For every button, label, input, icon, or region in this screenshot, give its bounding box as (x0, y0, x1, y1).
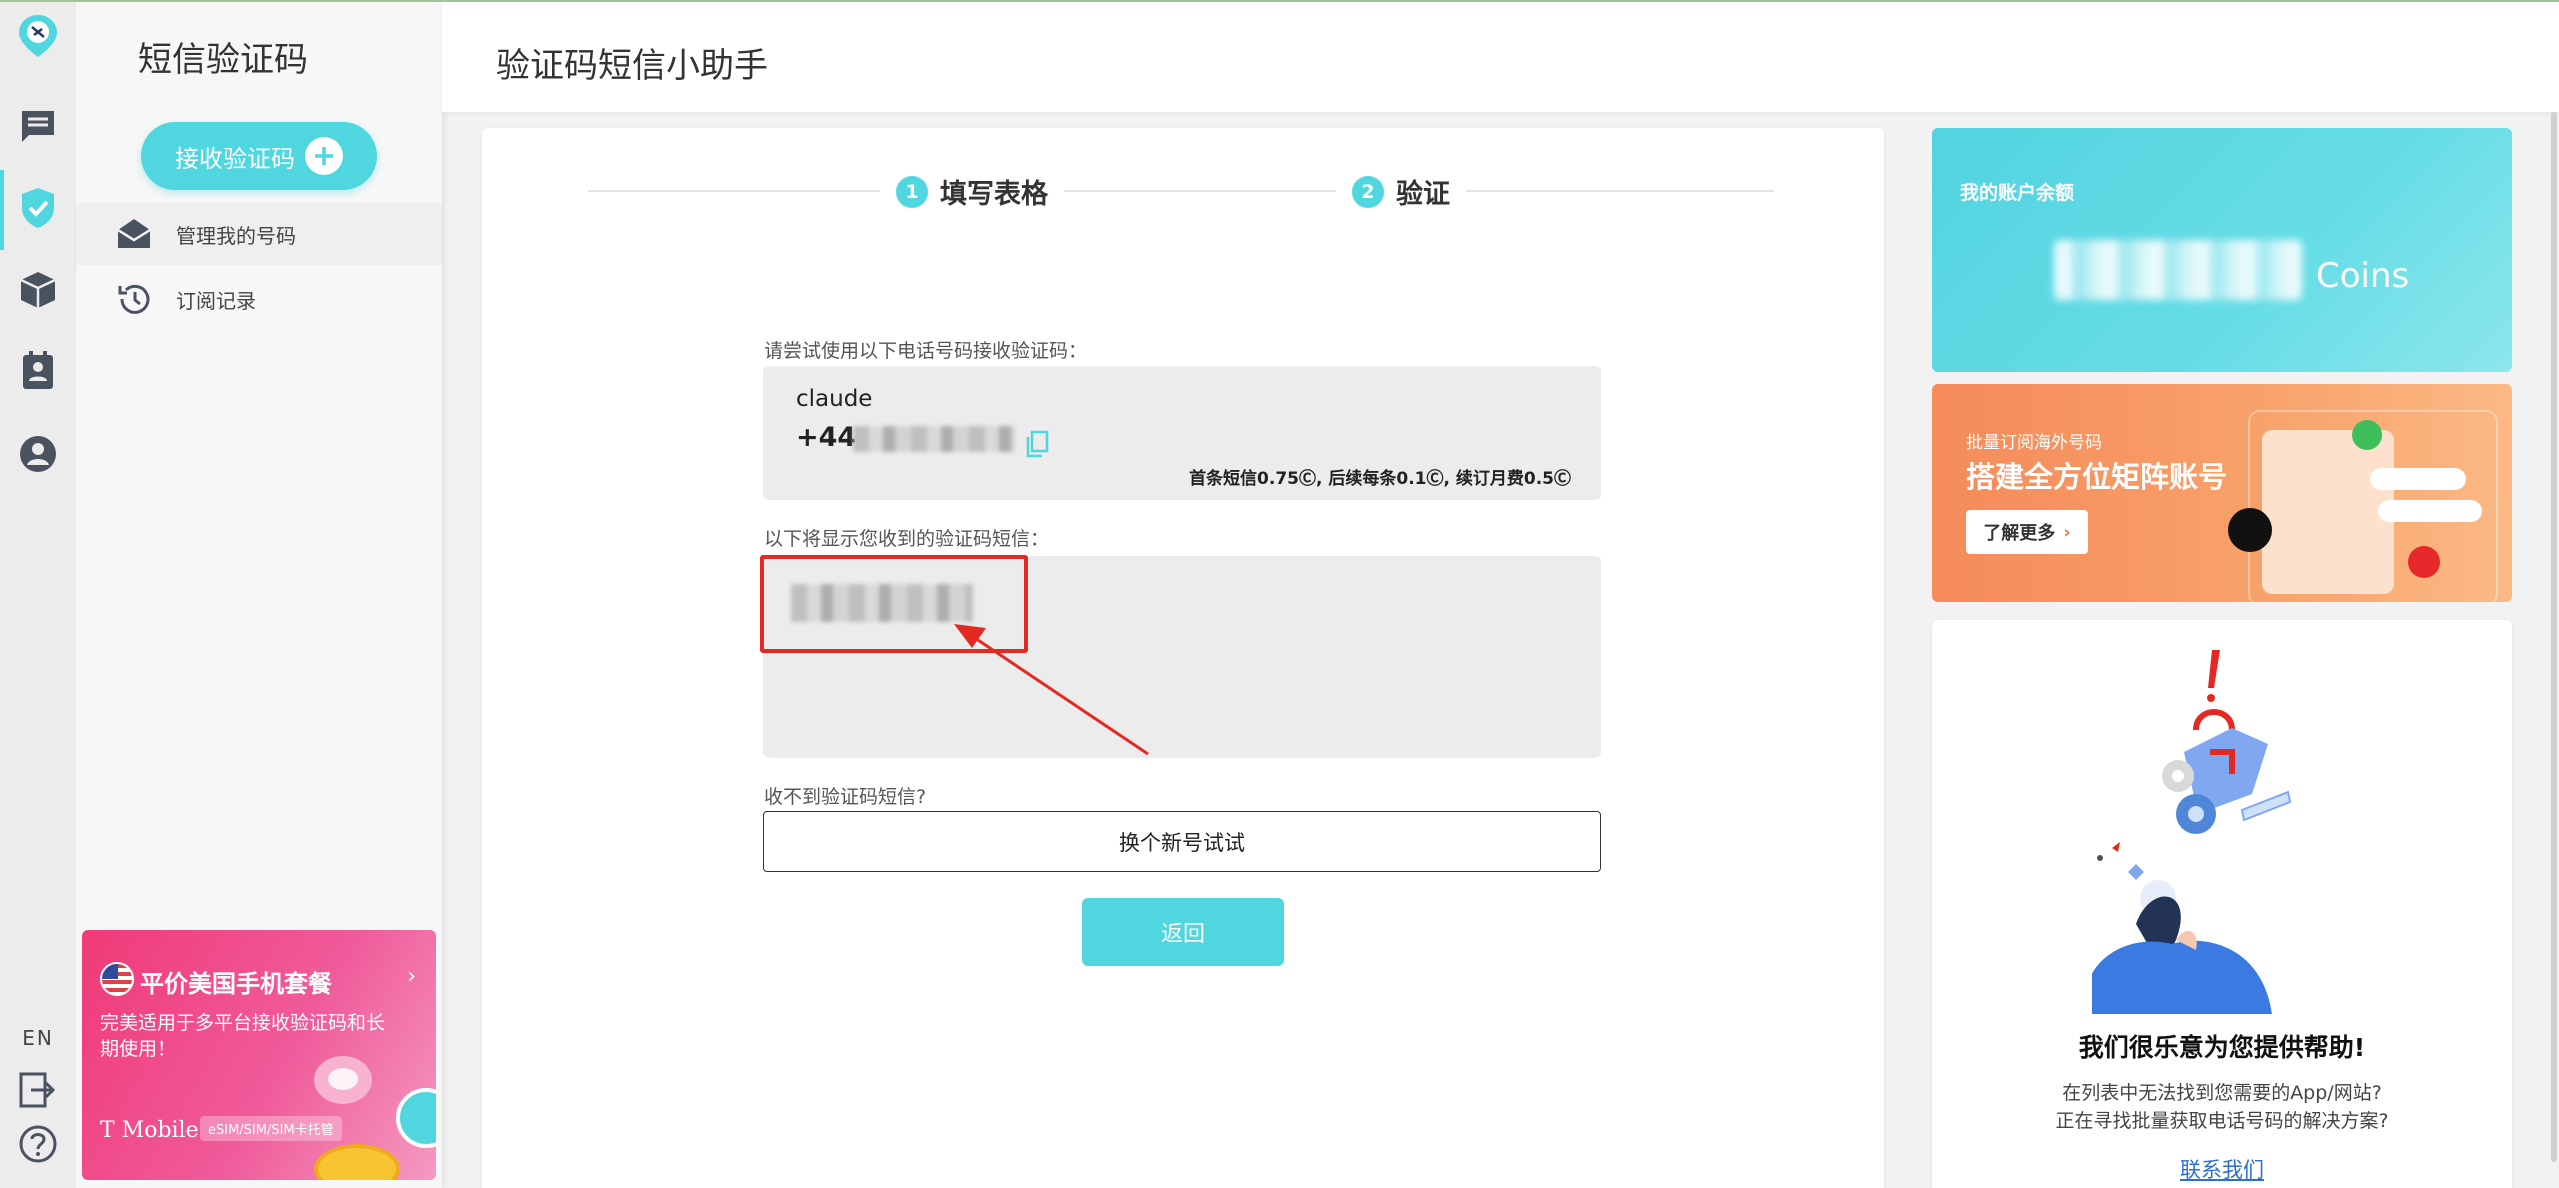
history-icon (116, 281, 152, 317)
banner-title: 搭建全方位矩阵账号 (1966, 460, 2228, 494)
step-label: 填写表格 (940, 179, 1048, 210)
sidebar-item-manage-numbers[interactable]: 管理我的号码 (76, 203, 442, 265)
us-flag-icon (100, 962, 134, 996)
plus-icon (305, 137, 343, 175)
us-number-pill (2370, 468, 2466, 490)
ca-number-pill (2378, 500, 2482, 522)
promo-card[interactable]: 平价美国手机套餐 › 完美适用于多平台接收验证码和长期使用！ T Mobile … (82, 930, 436, 1180)
promo-description: 完美适用于多平台接收验证码和长期使用！ (100, 1012, 386, 1060)
country-code: +44 (796, 422, 857, 453)
phone-mock-decoration (2262, 430, 2394, 594)
xiaohongshu-icon (2408, 546, 2440, 578)
bulk-subscribe-banner[interactable]: 批量订阅海外号码 搭建全方位矩阵账号 了解更多 › (1932, 384, 2512, 602)
page-title: 验证码短信小助手 (496, 46, 768, 86)
active-indicator (0, 170, 4, 250)
redacted-phone-number (853, 426, 1015, 452)
sidebar-title: 短信验证码 (138, 40, 308, 80)
help-title: 我们很乐意为您提供帮助! (2078, 1033, 2366, 1062)
phone-number-box: claude +44 首条短信0.75Ⓒ, 后续每条0.1Ⓒ, 续订月费0.5Ⓒ (763, 366, 1601, 500)
chevron-right-icon: › (2063, 521, 2071, 543)
balance-title: 我的账户余额 (1960, 182, 2075, 204)
chat-bubble-inner (328, 1068, 358, 1090)
help-line-1: 在列表中无法找到您需要的App/网站? (2062, 1082, 2382, 1104)
receive-code-button[interactable]: 接收验证码 (141, 122, 377, 190)
sidebar-item-label: 管理我的号码 (176, 223, 296, 248)
contact-us-link[interactable]: 联系我们 (1932, 1154, 2512, 1184)
sidebar-item-subscription-history[interactable]: 订阅记录 (76, 268, 442, 330)
balance-unit: Coins (2316, 256, 2410, 296)
tmobile-logo: T Mobile (100, 1118, 199, 1143)
back-button[interactable]: 返回 (1082, 898, 1284, 966)
page-scrollbar[interactable] (2551, 112, 2557, 1162)
verification-card: 1 填写表格 2 验证 请尝试使用以下电话号码接收验证码： claude +44… (482, 128, 1884, 1188)
number-prompt: 请尝试使用以下电话号码接收验证码： (764, 340, 1088, 362)
step-number: 2 (1352, 175, 1384, 208)
icon-rail: EN (0, 0, 76, 1188)
change-number-button[interactable]: 换个新号试试 (763, 811, 1601, 872)
price-info: 首条短信0.75Ⓒ, 后续每条0.1Ⓒ, 续订月费0.5Ⓒ (1189, 469, 1571, 489)
user-icon[interactable] (16, 432, 60, 476)
page-header: 验证码短信小助手 (442, 0, 2559, 112)
phone-icon[interactable] (396, 1088, 436, 1148)
balance-card: 我的账户余额 Coins (1932, 128, 2512, 372)
support-illustration (2092, 650, 2292, 1014)
promo-tag: eSIM/SIM/SIM卡托管 (200, 1116, 342, 1141)
sms-prompt: 以下将显示您收到的验证码短信： (764, 528, 1050, 550)
step-label: 验证 (1396, 179, 1450, 210)
service-name: claude (796, 386, 873, 412)
logo-icon[interactable] (16, 14, 60, 58)
redacted-balance (2054, 240, 2302, 300)
envelope-open-icon (116, 216, 152, 252)
annotation-arrow-icon (954, 624, 1149, 756)
chat-icon[interactable] (16, 104, 60, 148)
tiktok-icon (2228, 508, 2272, 552)
wechat-icon (2352, 420, 2382, 450)
promo-title: 平价美国手机套餐 (140, 970, 332, 998)
step-fill-form: 1 填写表格 (880, 172, 1064, 211)
learn-more-button[interactable]: 了解更多 › (1966, 510, 2088, 554)
shield-check-icon[interactable] (16, 186, 60, 230)
step-number: 1 (896, 175, 928, 208)
banner-subtitle: 批量订阅海外号码 (1966, 433, 2102, 453)
copy-icon[interactable] (1025, 430, 1049, 458)
step-verify: 2 验证 (1336, 172, 1466, 211)
coin-decoration (314, 1144, 400, 1180)
receive-code-label: 接收验证码 (175, 144, 295, 173)
language-switch[interactable]: EN (0, 1026, 76, 1050)
stepper-line (588, 190, 1774, 192)
not-received-label: 收不到验证码短信? (764, 786, 927, 808)
box-icon[interactable] (16, 268, 60, 312)
sub-sidebar: 短信验证码 接收验证码 管理我的号码 订阅记录 平价美国手机套餐 › 完美适用于… (76, 0, 442, 1188)
logout-icon[interactable] (16, 1068, 60, 1112)
help-icon[interactable] (16, 1122, 60, 1166)
learn-more-label: 了解更多 (1983, 523, 2056, 544)
contacts-icon[interactable] (16, 350, 60, 394)
chevron-right-icon: › (407, 964, 416, 989)
sidebar-item-label: 订阅记录 (176, 288, 256, 313)
help-line-2: 正在寻找批量获取电话号码的解决方案? (2055, 1110, 2389, 1132)
help-card: 我们很乐意为您提供帮助! 在列表中无法找到您需要的App/网站? 正在寻找批量获… (1932, 620, 2512, 1188)
